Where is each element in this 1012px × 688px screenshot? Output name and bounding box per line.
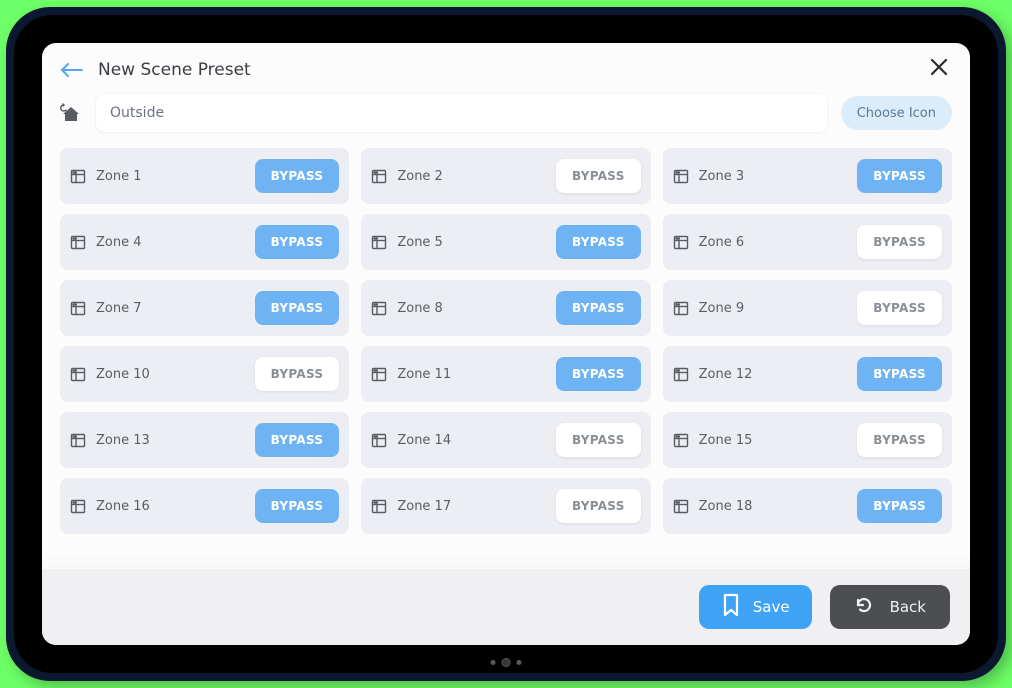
zone-label: Zone 9 [699, 301, 848, 316]
bypass-button[interactable]: BYPASS [857, 291, 942, 325]
zone-label: Zone 4 [96, 235, 245, 250]
footer: Save Back [42, 569, 970, 645]
zone-icon [70, 300, 86, 316]
zone-icon [371, 168, 387, 184]
zone-icon [673, 432, 689, 448]
preset-name-input[interactable] [96, 94, 827, 132]
zone-icon [70, 498, 86, 514]
header: New Scene Preset [42, 43, 970, 88]
zone-card: Zone 7 BYPASS [60, 280, 349, 336]
close-icon[interactable] [926, 55, 952, 84]
zone-label: Zone 5 [397, 235, 546, 250]
zone-icon [371, 498, 387, 514]
zone-label: Zone 8 [397, 301, 546, 316]
back-button[interactable]: Back [830, 585, 950, 629]
bypass-button[interactable]: BYPASS [556, 423, 641, 457]
zone-icon [70, 168, 86, 184]
zone-icon [673, 234, 689, 250]
zone-card: Zone 9 BYPASS [663, 280, 952, 336]
zone-label: Zone 15 [699, 433, 848, 448]
zone-card: Zone 18 BYPASS [663, 478, 952, 534]
zone-icon [673, 300, 689, 316]
back-button-label: Back [890, 598, 926, 616]
page-title: New Scene Preset [98, 60, 912, 80]
undo-icon [854, 595, 874, 619]
bypass-button[interactable]: BYPASS [556, 291, 641, 325]
zone-label: Zone 6 [699, 235, 848, 250]
bypass-button[interactable]: BYPASS [857, 489, 942, 523]
zone-card: Zone 14 BYPASS [361, 412, 650, 468]
tablet-chin-dots [491, 658, 522, 667]
home-refresh-icon [60, 103, 82, 123]
zone-icon [70, 366, 86, 382]
zone-label: Zone 2 [397, 169, 546, 184]
bypass-button[interactable]: BYPASS [857, 225, 942, 259]
save-button[interactable]: Save [699, 585, 812, 629]
zone-card: Zone 6 BYPASS [663, 214, 952, 270]
zone-grid: Zone 1BYPASSZone 2BYPASSZone 3BYPASSZone… [60, 148, 952, 534]
zone-card: Zone 3 BYPASS [663, 148, 952, 204]
zone-icon [70, 432, 86, 448]
zone-card: Zone 17 BYPASS [361, 478, 650, 534]
zone-label: Zone 11 [397, 367, 546, 382]
zone-icon [70, 234, 86, 250]
zone-label: Zone 3 [699, 169, 848, 184]
zone-label: Zone 10 [96, 367, 245, 382]
zone-card: Zone 11 BYPASS [361, 346, 650, 402]
name-row: Choose Icon [42, 88, 970, 144]
zone-card: Zone 12 BYPASS [663, 346, 952, 402]
zone-label: Zone 12 [699, 367, 848, 382]
bypass-button[interactable]: BYPASS [255, 357, 340, 391]
bypass-button[interactable]: BYPASS [255, 489, 340, 523]
back-arrow-icon[interactable] [60, 62, 84, 78]
zone-label: Zone 18 [699, 499, 848, 514]
zone-card: Zone 1 BYPASS [60, 148, 349, 204]
zone-card: Zone 2 BYPASS [361, 148, 650, 204]
bypass-button[interactable]: BYPASS [857, 159, 942, 193]
bypass-button[interactable]: BYPASS [556, 225, 641, 259]
zone-icon [371, 300, 387, 316]
bypass-button[interactable]: BYPASS [556, 159, 641, 193]
zone-icon [371, 234, 387, 250]
tablet-bezel: New Scene Preset Choose Icon Zone 1 BYPAS… [14, 15, 998, 673]
zone-card: Zone 8 BYPASS [361, 280, 650, 336]
zone-card: Zone 5 BYPASS [361, 214, 650, 270]
bypass-button[interactable]: BYPASS [255, 423, 340, 457]
zone-label: Zone 16 [96, 499, 245, 514]
zone-label: Zone 13 [96, 433, 245, 448]
zone-label: Zone 7 [96, 301, 245, 316]
bookmark-icon [721, 593, 741, 621]
zone-icon [673, 498, 689, 514]
zone-label: Zone 14 [397, 433, 546, 448]
zone-icon [371, 432, 387, 448]
zone-card: Zone 13 BYPASS [60, 412, 349, 468]
zone-card: Zone 4 BYPASS [60, 214, 349, 270]
zone-icon [673, 366, 689, 382]
zone-label: Zone 17 [397, 499, 546, 514]
bypass-button[interactable]: BYPASS [857, 423, 942, 457]
bypass-button[interactable]: BYPASS [255, 225, 340, 259]
choose-icon-button[interactable]: Choose Icon [841, 96, 952, 130]
zone-icon [673, 168, 689, 184]
zone-card: Zone 15 BYPASS [663, 412, 952, 468]
tablet-frame: New Scene Preset Choose Icon Zone 1 BYPAS… [6, 7, 1006, 681]
zone-label: Zone 1 [96, 169, 245, 184]
zone-icon [371, 366, 387, 382]
bypass-button[interactable]: BYPASS [556, 357, 641, 391]
app-screen: New Scene Preset Choose Icon Zone 1 BYPAS… [42, 43, 970, 645]
save-button-label: Save [753, 598, 790, 616]
bypass-button[interactable]: BYPASS [255, 159, 340, 193]
zone-card: Zone 16 BYPASS [60, 478, 349, 534]
zone-card: Zone 10 BYPASS [60, 346, 349, 402]
bypass-button[interactable]: BYPASS [255, 291, 340, 325]
bypass-button[interactable]: BYPASS [556, 489, 641, 523]
bypass-button[interactable]: BYPASS [857, 357, 942, 391]
